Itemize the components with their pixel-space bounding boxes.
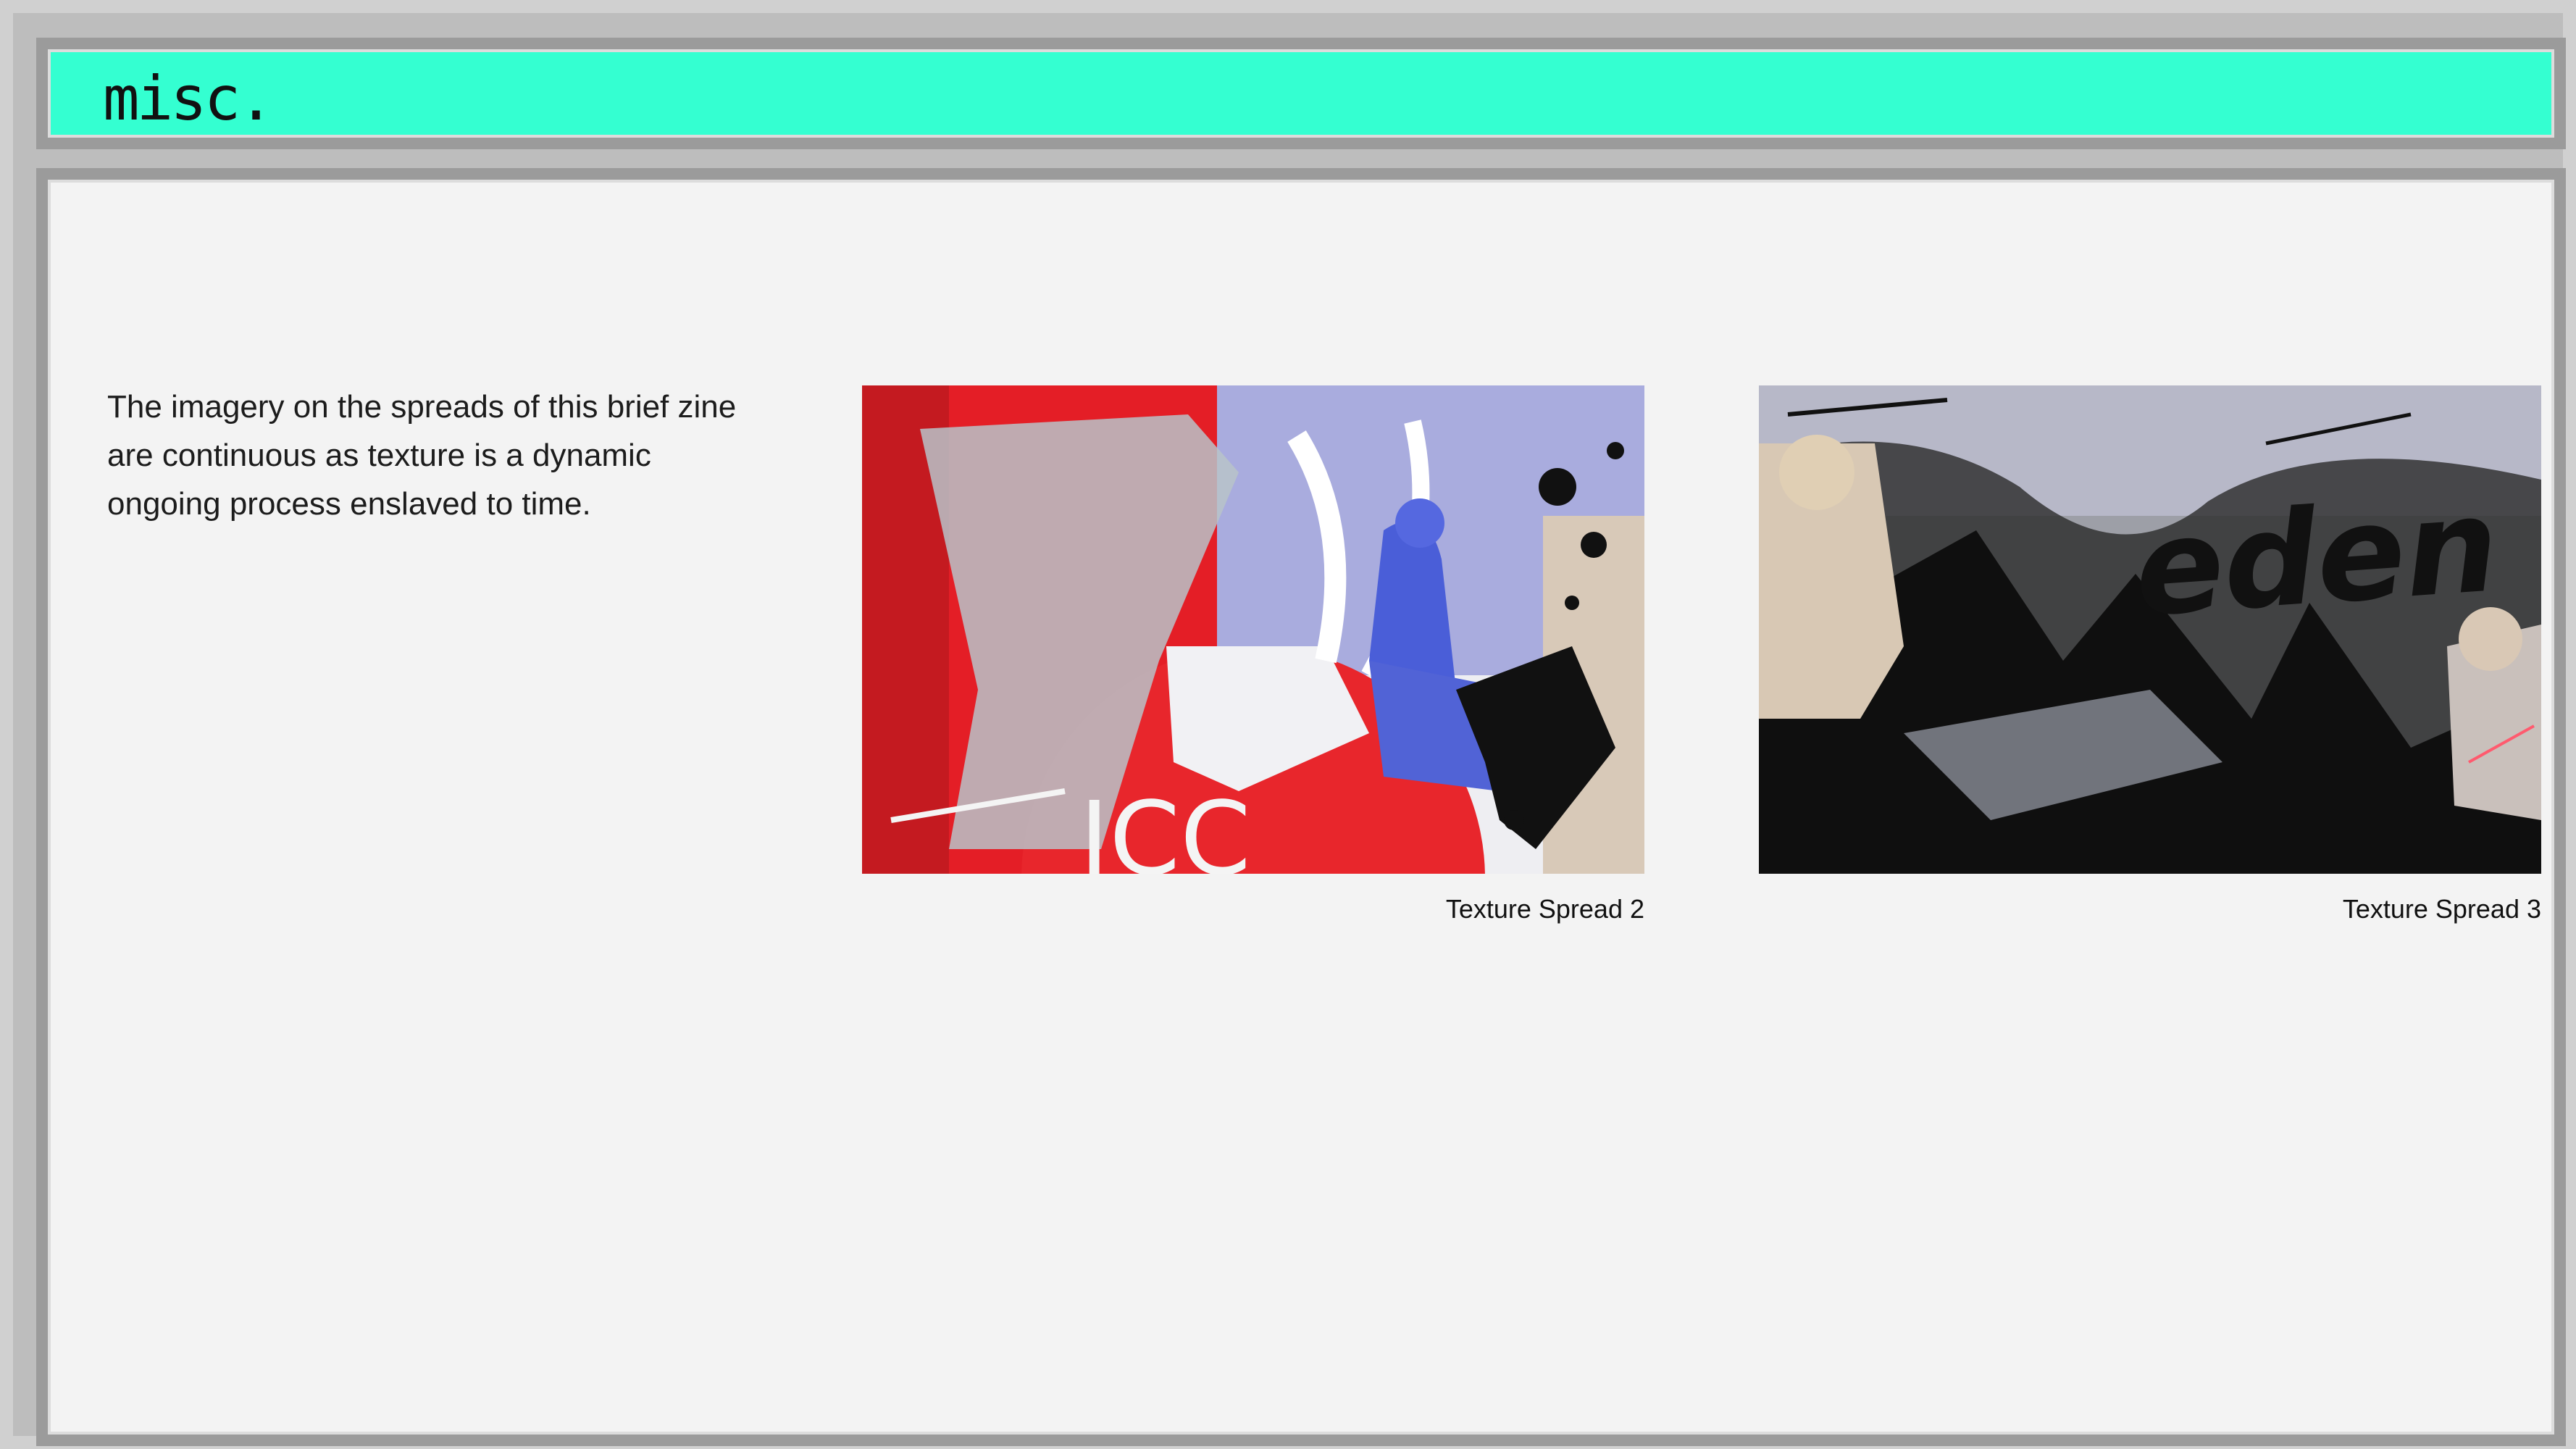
content-panel-frame: The imagery on the spreads of this brief… [36,168,2566,1446]
texture-spread-3-caption: Texture Spread 3 [2342,894,2541,924]
texture-spread-2-caption: Texture Spread 2 [1445,894,1644,924]
svg-text:ICC: ICC [1079,780,1251,874]
texture-spread-2-image[interactable]: ICC [862,385,1644,874]
title-bar[interactable]: misc. [51,52,2551,135]
texture-spread-3-image[interactable]: eden [1759,385,2541,874]
content-panel: The imagery on the spreads of this brief… [51,183,2551,1432]
gallery-item-texture-spread-2[interactable]: ICC Texture Spread 2 [862,385,1644,924]
window-frame: misc. The imagery on the spreads of this… [0,0,2576,1449]
title-bar-frame: misc. [36,38,2566,149]
gallery-item-texture-spread-3[interactable]: eden Texture Spread 3 [1759,385,2541,924]
eden-overlay-text: eden [2130,469,2503,646]
window-title: misc. [103,63,275,134]
description-text: The imagery on the spreads of this brief… [107,389,737,522]
